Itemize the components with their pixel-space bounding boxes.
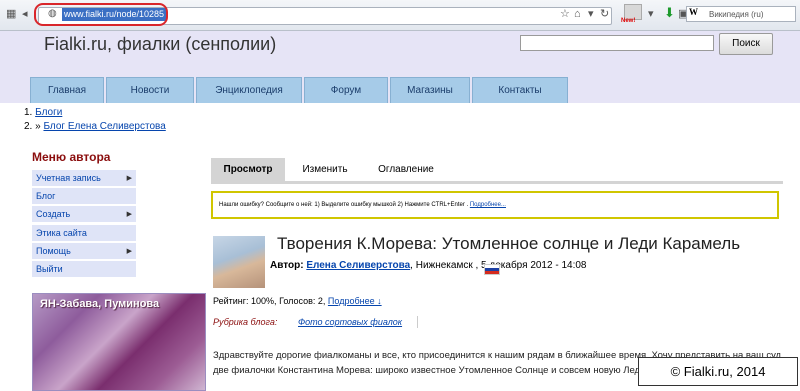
- article-title: Творения К.Морева: Утомленное солнце и Л…: [277, 234, 741, 253]
- nav-encyclopedia[interactable]: Энциклопедия: [196, 77, 302, 103]
- home-icon[interactable]: ⌂: [574, 7, 581, 21]
- url-highlight-annotation: [34, 3, 168, 26]
- rubric-divider: [417, 316, 418, 328]
- nav-news[interactable]: Новости: [106, 77, 194, 103]
- menu-item-logout[interactable]: Выйти: [32, 261, 136, 278]
- author-menu-title: Меню автора: [32, 150, 111, 164]
- chevron-right-icon: ▶: [126, 248, 132, 255]
- site-title[interactable]: Fialki.ru, фиалки (сенполии): [44, 34, 276, 55]
- tab-underline: [211, 181, 783, 184]
- nav-shops[interactable]: Магазины: [390, 77, 470, 103]
- reload-icon[interactable]: ↻: [600, 7, 609, 21]
- breadcrumb: 1. Блоги 2. » Блог Елена Селиверстова: [24, 106, 166, 134]
- photo-caption: ЯН-Забава, Пуминова: [40, 298, 160, 310]
- dropdown-icon[interactable]: ▾: [588, 7, 594, 21]
- error-report-notice: Нашли ошибку? Сообщите о ней: 1) Выделит…: [211, 191, 779, 219]
- back-icon[interactable]: ◂: [22, 7, 28, 21]
- nav-contacts[interactable]: Контакты: [472, 77, 568, 103]
- copyright-watermark: © Fialki.ru, 2014: [638, 357, 798, 386]
- menu-item-account[interactable]: Учетная запись ▶: [32, 170, 136, 187]
- rubric-label: Рубрика блога:: [213, 317, 278, 327]
- menu-item-ethics[interactable]: Этика сайта: [32, 225, 136, 242]
- addon-dropdown-icon[interactable]: ▾: [648, 7, 654, 21]
- search-button[interactable]: Поиск: [719, 33, 773, 55]
- chevron-right-icon: ▶: [126, 211, 132, 218]
- breadcrumb-num-1: 1.: [24, 107, 33, 118]
- byline: Автор: Елена Селиверстова, Нижнекамск , …: [270, 260, 586, 271]
- menu-item-create[interactable]: Создать ▶: [32, 206, 136, 223]
- download-icon[interactable]: ⬇: [664, 6, 675, 20]
- author-label: Автор:: [270, 260, 304, 271]
- menu-item-blog[interactable]: Блог: [32, 188, 136, 205]
- rating-more-link[interactable]: Подробнее ↓: [328, 296, 382, 306]
- notice-text: Нашли ошибку? Сообщите о ней: 1) Выделит…: [219, 202, 469, 208]
- breadcrumb-num-2: 2. »: [24, 121, 41, 132]
- nav-home[interactable]: Главная: [30, 77, 104, 103]
- rubric-link[interactable]: Фото сортовых фиалок: [298, 317, 402, 327]
- author-link[interactable]: Елена Селиверстова: [306, 260, 410, 271]
- chevron-right-icon: ▶: [126, 175, 132, 182]
- breadcrumb-author-blog-link[interactable]: Блог Елена Селиверстова: [43, 121, 165, 132]
- tab-toc[interactable]: Оглавление: [366, 158, 446, 181]
- new-badge: New!: [621, 18, 636, 24]
- rating-text: Рейтинг: 100%, Голосов: 2,: [213, 296, 326, 306]
- notice-more-link[interactable]: Подробнее...: [470, 202, 506, 208]
- page-menu-icon[interactable]: ▦: [6, 7, 16, 21]
- rating: Рейтинг: 100%, Голосов: 2, Подробнее ↓: [213, 296, 382, 306]
- tab-edit[interactable]: Изменить: [290, 158, 360, 181]
- browser-search-input[interactable]: Википедия (ru): [686, 6, 796, 22]
- nav-forum[interactable]: Форум: [304, 77, 388, 103]
- menu-item-help[interactable]: Помощь ▶: [32, 243, 136, 260]
- wikipedia-icon[interactable]: W: [689, 7, 698, 17]
- breadcrumb-blogs-link[interactable]: Блоги: [35, 107, 62, 118]
- site-search-input[interactable]: [520, 35, 714, 51]
- tab-view[interactable]: Просмотр: [211, 158, 285, 181]
- bookmark-star-icon[interactable]: ☆: [560, 7, 570, 21]
- author-avatar[interactable]: [213, 236, 265, 288]
- russia-flag-icon: [484, 261, 503, 279]
